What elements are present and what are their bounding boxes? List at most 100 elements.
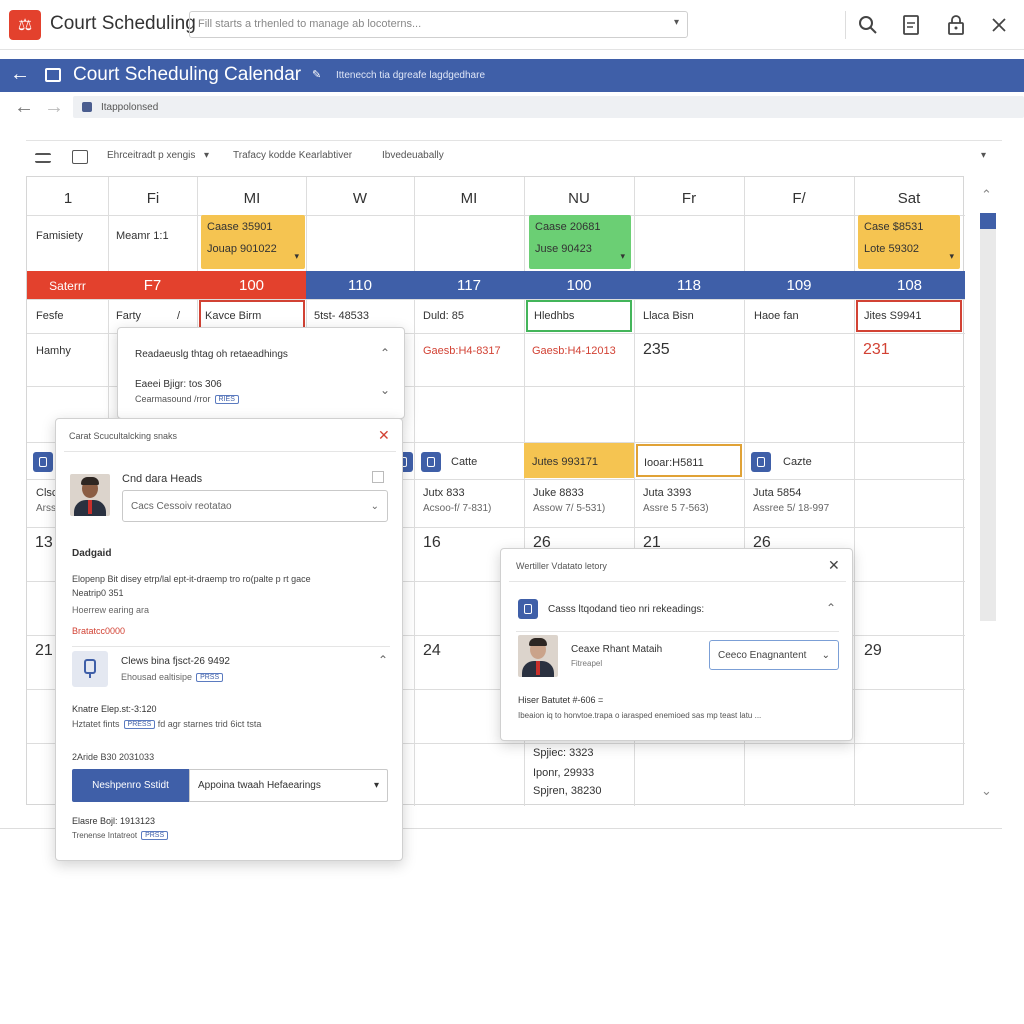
day-header[interactable]: NU [529,190,629,207]
detail-line: 2Aride B30 2031033 [72,752,155,762]
close-icon[interactable]: ✕ [378,427,390,444]
description: Neatrip0 351 [72,588,124,598]
band-value[interactable]: 108 [854,271,965,299]
lock-icon[interactable] [943,12,969,38]
band-value[interactable]: 117 [414,271,524,299]
chevron-down-icon[interactable]: ⌄ [371,501,379,512]
date-number[interactable]: 13 [35,534,53,552]
checkbox[interactable] [372,471,384,483]
cell-text: 5tst- 48533 [314,310,370,322]
cell-text: Assree 5/ 18-997 [753,503,830,514]
chevron-down-icon[interactable]: ▾ [949,251,954,262]
event-card[interactable]: Case $8531 Lote 59302 ▾ [858,215,960,269]
event-selected[interactable]: Jites S9941 [856,300,962,332]
band-value[interactable]: 109 [744,271,854,299]
menu-icon[interactable] [35,153,51,163]
event-card[interactable]: Jutes 993171 [524,443,634,478]
cell-text: Juta 5854 [753,487,802,499]
forward-icon[interactable]: → [44,96,64,119]
band-value[interactable]: 100 [197,271,306,299]
status-badge: RIES [214,395,239,405]
document-icon[interactable] [898,12,924,38]
case-icon[interactable] [33,452,53,472]
cell-text: Arss [36,503,56,514]
calendar-header: ← Court Scheduling Calendar ✎ Ittenecch … [0,59,1024,92]
day-header[interactable]: W [310,190,410,207]
day-header[interactable]: Fi [103,190,203,207]
chevron-up-icon[interactable]: ⌃ [378,653,388,667]
search-input[interactable]: Fill starts a trhenled to manage ab loco… [189,11,688,38]
item-sub-text: Ehousad ealtisipe [121,672,193,682]
date-number[interactable]: 231 [863,341,890,359]
status-badge: PRSS [196,673,224,683]
day-header[interactable]: MI [202,190,302,207]
select-value: Cacs Cessoiv reotatao [131,500,232,512]
section-title: Dadgaid [72,548,112,559]
chevron-down-icon[interactable]: ⌄ [822,650,830,661]
chevron-down-icon[interactable]: ▾ [374,780,379,791]
person-name: Cnd dara Heads [122,473,203,485]
date-number[interactable]: 16 [423,534,441,552]
chevron-down-icon[interactable]: ▾ [981,150,986,161]
chevron-down-icon[interactable]: ▾ [620,251,625,262]
day-header[interactable]: Sat [859,190,959,207]
divider [516,631,839,632]
page-icon [82,102,92,112]
cell-text: Spjiec: 3323 [533,747,594,759]
chevron-up-icon[interactable]: ⌃ [826,601,836,615]
status-badge: PRSS [141,831,169,841]
panel-title: Readaeuslg thtag oh retaeadhings [135,349,288,360]
date-number[interactable]: 29 [864,642,882,660]
chevron-down-icon[interactable]: ▾ [294,251,299,262]
day-header[interactable]: F/ [749,190,849,207]
event-selected[interactable]: Iooar:H5811 [636,444,742,477]
day-header[interactable]: Fr [639,190,739,207]
event-card[interactable]: Caase 35901 Jouap 901022 ▾ [201,215,305,269]
case-select[interactable]: Cacs Cessoiv reotatao ⌄ [122,490,388,522]
chevron-down-icon[interactable]: ▾ [674,17,679,28]
date-number[interactable]: 24 [423,642,441,660]
event-selected[interactable]: Hledhbs [526,300,632,332]
chevron-down-icon[interactable]: ⌄ [981,783,992,799]
scroll-thumb[interactable] [980,213,996,229]
panel-line: Cearmasound /rror RIES [135,394,239,405]
search-icon[interactable] [855,12,881,38]
day-header[interactable]: MI [419,190,519,207]
case-select[interactable]: Ceeco Enagnantent ⌄ [709,640,839,670]
primary-button[interactable]: Neshpenro Sstidt [72,769,189,802]
chevron-up-icon[interactable]: ⌃ [981,187,992,203]
band-value[interactable]: 118 [634,271,744,299]
band-value[interactable]: F7 [108,271,197,299]
toolbar-right-text: Ibvedeuabally [382,150,444,161]
avatar [70,474,110,516]
scroll-track[interactable] [980,213,996,621]
chevron-up-icon[interactable]: ⌃ [380,346,390,360]
scrollbar[interactable]: ⌃ ⌄ [978,185,998,805]
date-number[interactable]: 235 [643,341,670,359]
status-badge: PRESS [123,720,156,730]
band-value[interactable]: 100 [524,271,634,299]
case-icon[interactable] [421,452,441,472]
chevron-down-icon[interactable]: ▾ [204,150,209,161]
close-icon[interactable]: ✕ [828,557,840,574]
back-arrow-icon[interactable]: ← [10,63,30,86]
case-icon[interactable] [751,452,771,472]
event-card[interactable]: Caase 20681 Juse 90423 ▾ [529,215,631,269]
close-icon[interactable] [986,12,1012,38]
cell-text: Farty [116,310,142,322]
monitor-icon[interactable] [72,150,88,164]
filter-select[interactable]: Ehrceitradt p xengis [107,150,195,161]
back-icon[interactable]: ← [14,96,34,119]
band-value[interactable]: 110 [306,271,414,299]
footer-text: Trenense Intatreot [72,831,138,840]
breadcrumb[interactable]: Itappolonsed [73,96,1024,118]
cell-text: Llaca Bisn [643,310,694,322]
toolbar-middle-text: Trafacy kodde Kearlabtiver [233,150,353,161]
chevron-down-icon[interactable]: ⌄ [380,383,390,397]
gavel-icon[interactable]: ⚖ [9,10,41,40]
breadcrumb-text: Itappolonsed [101,102,159,113]
date-number[interactable]: 21 [35,642,53,660]
pin-icon[interactable]: ✎ [312,68,321,81]
cell-text: Iponr, 29933 [533,767,595,779]
hearing-select[interactable]: Appoina twaah Hefaearings ▾ [189,769,388,802]
